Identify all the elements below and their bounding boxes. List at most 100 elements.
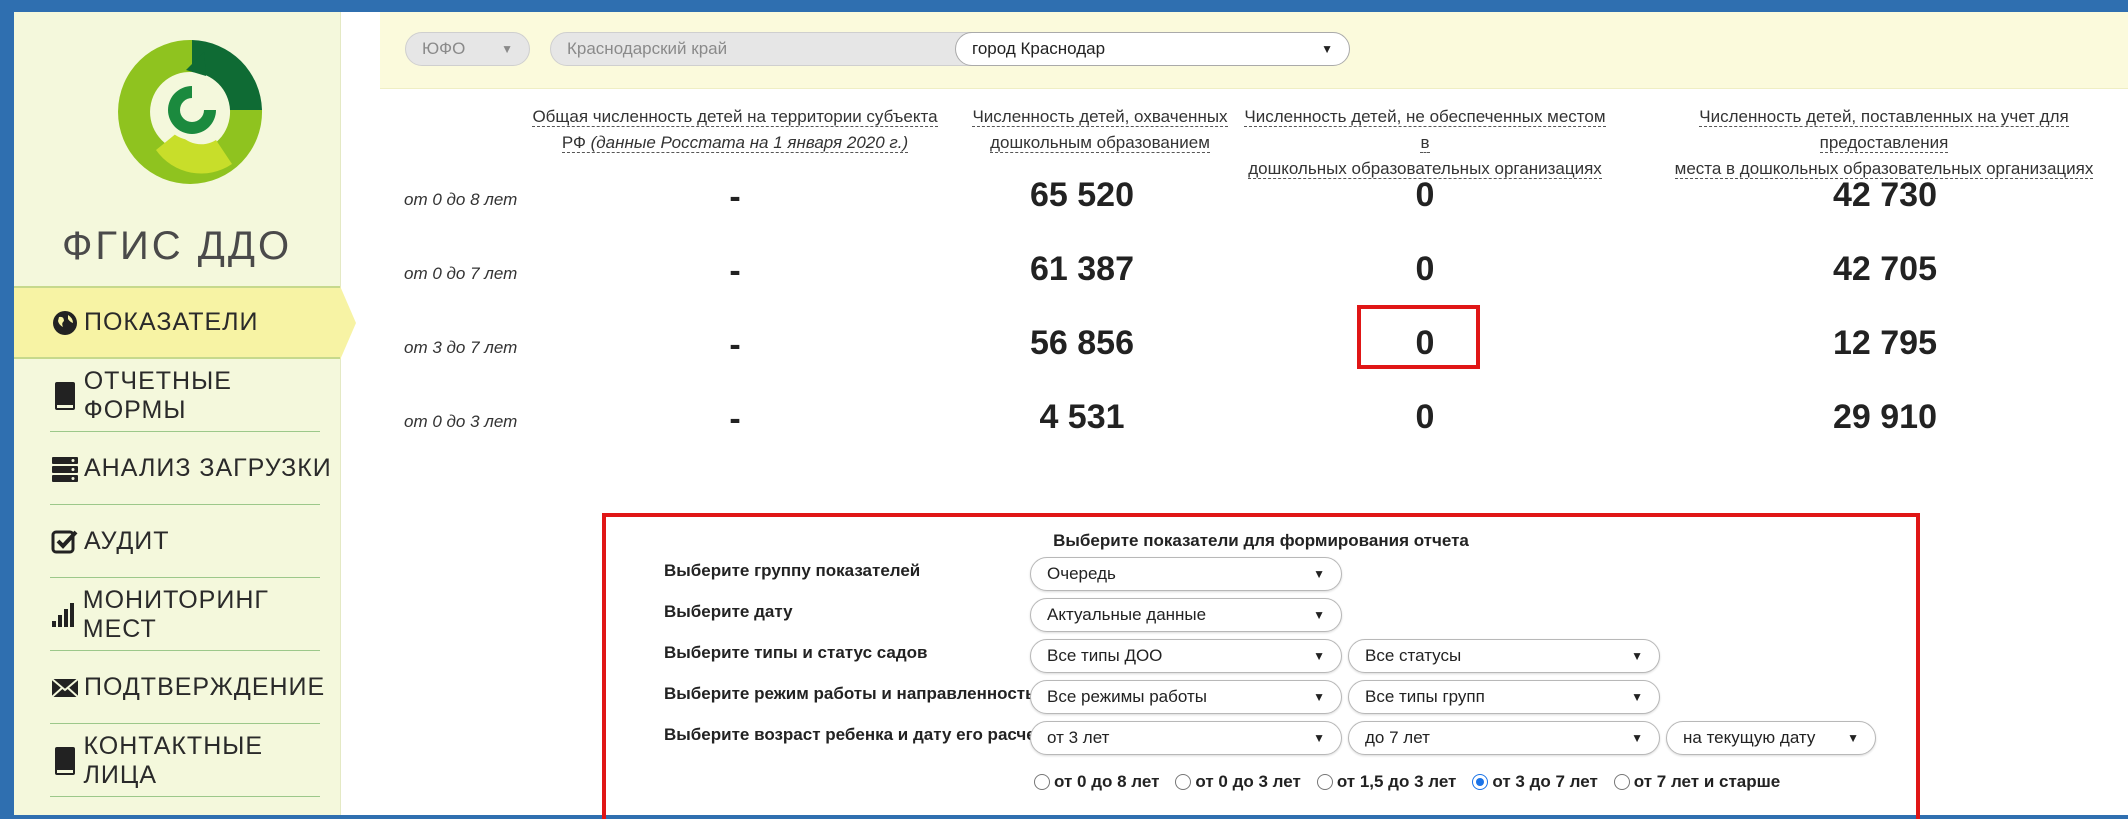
- sidebar-item-load-analysis[interactable]: АНАЛИЗ ЗАГРУЗКИ: [14, 432, 340, 505]
- select-value: Актуальные данные: [1047, 605, 1207, 624]
- table-cell-registered: 42 705: [1833, 250, 1937, 288]
- chevron-down-icon: ▼: [501, 42, 513, 56]
- radio-label: от 3 до 7 лет: [1492, 772, 1598, 791]
- row-label: от 0 до 7 лет: [404, 264, 518, 283]
- kindergarten-types-select[interactable]: Все типы ДОО ▼: [1030, 639, 1342, 673]
- table-cell-registered: 12 795: [1833, 324, 1937, 362]
- envelope-icon: [50, 673, 80, 703]
- chevron-down-icon: ▼: [1313, 608, 1325, 622]
- chevron-down-icon: ▼: [1313, 690, 1325, 704]
- sidebar-item-label: КОНТАКТНЫЕ ЛИЦА: [83, 731, 264, 789]
- table-cell-registered: 29 910: [1833, 398, 1937, 436]
- date-select[interactable]: Актуальные данные ▼: [1030, 598, 1342, 632]
- logo: [112, 32, 272, 202]
- report-title: Выберите показатели для формирования отч…: [1053, 531, 1469, 550]
- group-types-select[interactable]: Все типы групп ▼: [1348, 680, 1660, 714]
- city-value: город Краснодар: [972, 39, 1106, 58]
- column-header-registered: Численность детей, поставленных на учет …: [1640, 104, 2128, 182]
- age-radio-0-8[interactable]: от 0 до 8 лет: [1034, 772, 1159, 792]
- chevron-down-icon: ▼: [1631, 649, 1643, 663]
- select-value: Все режимы работы: [1047, 687, 1207, 706]
- sidebar-item-places-monitoring[interactable]: МОНИТОРИНГ МЕСТ: [14, 578, 340, 651]
- checkbox-icon: [50, 527, 80, 557]
- radio-label: от 0 до 3 лет: [1195, 772, 1301, 791]
- select-value: Все типы ДОО: [1047, 646, 1163, 665]
- sidebar-item-label: АУДИТ: [84, 527, 170, 555]
- types-label: Выберите типы и статус садов: [664, 643, 928, 662]
- age-radio-7-plus[interactable]: от 7 лет и старше: [1613, 772, 1781, 792]
- city-select[interactable]: город Краснодар ▼: [955, 32, 1350, 66]
- status-select[interactable]: Все статусы ▼: [1348, 639, 1660, 673]
- column-header-total: Общая численность детей на территории су…: [520, 104, 950, 156]
- age-radio-group: от 0 до 8 лет от 0 до 3 лет от 1,5 до 3 …: [1034, 772, 1780, 792]
- chevron-down-icon: ▼: [1631, 731, 1643, 745]
- table-cell-registered: 42 730: [1833, 176, 1937, 214]
- column-header-covered: Численность детей, охваченных дошкольным…: [950, 104, 1250, 156]
- age-to-select[interactable]: до 7 лет ▼: [1348, 721, 1660, 755]
- select-value: Очередь: [1047, 564, 1116, 583]
- age-radio-0-3[interactable]: от 0 до 3 лет: [1175, 772, 1301, 792]
- region-value: Краснодарский край: [567, 39, 728, 58]
- table-cell-unprovided: 0: [1415, 250, 1435, 288]
- select-value: Все статусы: [1365, 646, 1462, 665]
- sidebar-item-indicators[interactable]: ПОКАЗАТЕЛИ: [14, 286, 356, 360]
- radio-button[interactable]: [1034, 774, 1050, 790]
- sidebar-item-report-forms[interactable]: ОТЧЕТНЫЕ ФОРМЫ: [14, 359, 340, 432]
- radio-button[interactable]: [1175, 774, 1192, 790]
- age-from-select[interactable]: от 3 лет ▼: [1030, 721, 1342, 755]
- table-cell-total: -: [729, 326, 741, 364]
- indicator-group-select[interactable]: Очередь ▼: [1030, 557, 1342, 591]
- radio-button[interactable]: [1316, 774, 1333, 790]
- district-select[interactable]: ЮФО ▼: [405, 32, 530, 66]
- sidebar-nav: ПОКАЗАТЕЛИ ОТЧЕТНЫЕ ФОРМЫ АНАЛИЗ ЗАГРУЗК…: [14, 286, 356, 797]
- date-label: Выберите дату: [664, 602, 793, 621]
- sidebar: ФГИС ДДО ПОКАЗАТЕЛИ ОТЧЕТНЫЕ ФОРМЫ АНАЛИ…: [14, 12, 356, 815]
- highlight-box: [1357, 305, 1480, 369]
- table-cell-total: -: [729, 252, 741, 290]
- sidebar-item-confirmation[interactable]: ПОДТВЕРЖДЕНИЕ: [14, 651, 340, 724]
- sidebar-item-contacts[interactable]: КОНТАКТНЫЕ ЛИЦА: [14, 724, 340, 797]
- radio-label: от 1,5 до 3 лет: [1336, 772, 1457, 791]
- radio-button[interactable]: [1472, 774, 1489, 790]
- table-cell-covered: 61 387: [1030, 250, 1134, 288]
- table-cell-covered: 4 531: [1039, 398, 1125, 436]
- table-cell-unprovided: 0: [1415, 398, 1435, 436]
- column-header-line: дошкольным образованием: [990, 133, 1210, 153]
- chevron-down-icon: ▼: [1313, 567, 1325, 581]
- chevron-down-icon: ▼: [1321, 42, 1333, 56]
- mode-label: Выберите режим работы и направленность: [664, 684, 1036, 703]
- row-label: от 0 до 8 лет: [404, 190, 518, 209]
- sidebar-item-label: ПОДТВЕРЖДЕНИЕ: [84, 673, 326, 701]
- group-label: Выберите группу показателей: [664, 561, 921, 580]
- sidebar-item-audit[interactable]: АУДИТ: [14, 505, 340, 578]
- chevron-down-icon: ▼: [1313, 649, 1325, 663]
- sidebar-item-label: АНАЛИЗ ЗАГРУЗКИ: [84, 454, 332, 482]
- row-label: от 3 до 7 лет: [404, 338, 518, 357]
- sidebar-item-label: МОНИТОРИНГ МЕСТ: [82, 585, 269, 643]
- radio-button[interactable]: [1613, 774, 1630, 790]
- chevron-down-icon: ▼: [1847, 731, 1859, 745]
- book-icon: [50, 381, 80, 411]
- globe-icon: [50, 308, 80, 338]
- brand-title: ФГИС ДДО: [61, 224, 293, 268]
- table-cell-covered: 65 520: [1030, 176, 1134, 214]
- divider: [50, 796, 320, 797]
- age-radio-3-7[interactable]: от 3 до 7 лет: [1472, 772, 1598, 792]
- column-header-line: Численность детей, охваченных: [972, 107, 1228, 127]
- work-mode-select[interactable]: Все режимы работы ▼: [1030, 680, 1342, 714]
- sidebar-item-label: ОТЧЕТНЫЕ ФОРМЫ: [83, 366, 232, 424]
- select-value: до 7 лет: [1365, 728, 1430, 747]
- calc-date-select[interactable]: на текущую дату ▼: [1666, 721, 1876, 755]
- select-value: на текущую дату: [1683, 728, 1816, 747]
- table-cell-covered: 56 856: [1030, 324, 1134, 362]
- table-cell-unprovided: 0: [1415, 176, 1435, 214]
- select-value: от 3 лет: [1047, 728, 1110, 747]
- table-cell-total: -: [729, 400, 741, 438]
- radio-label: от 0 до 8 лет: [1054, 772, 1160, 791]
- window-frame-top: [0, 0, 2128, 12]
- radio-label: от 7 лет и старше: [1633, 772, 1781, 791]
- age-label: Выберите возраст ребенка и дату его расч…: [664, 725, 1054, 744]
- age-radio-1-5-3[interactable]: от 1,5 до 3 лет: [1316, 772, 1457, 792]
- bar-chart-icon: [50, 600, 79, 630]
- book-icon: [50, 746, 79, 776]
